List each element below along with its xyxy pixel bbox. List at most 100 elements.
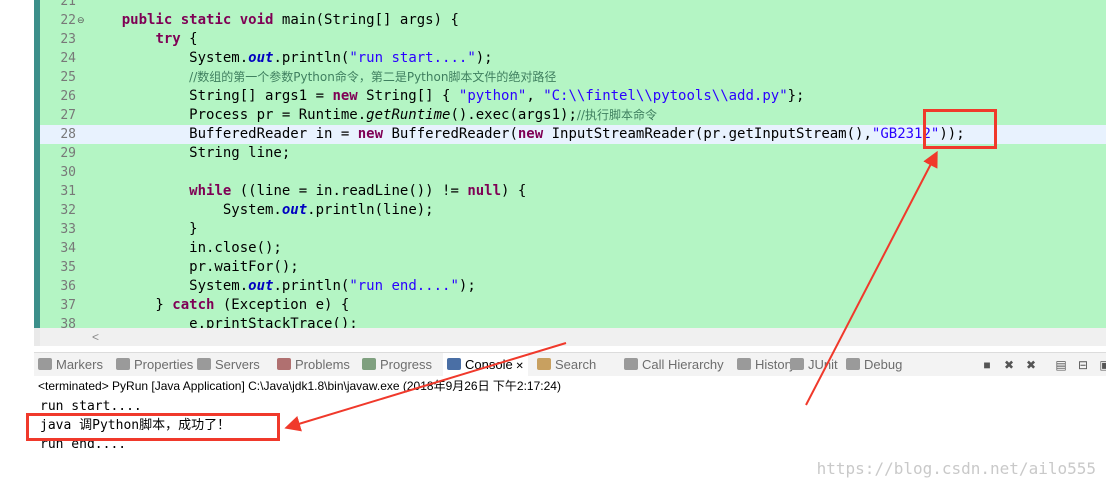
close-tab-icon[interactable]: ✕: [513, 361, 523, 372]
servers-icon: [197, 358, 211, 370]
code-token: in.close();: [88, 240, 282, 256]
code-line: 36 System.out.println("run end....");: [40, 277, 1106, 296]
fold-icon[interactable]: ⊖: [77, 11, 85, 30]
code-line: 31 while ((line = in.readLine()) != null…: [40, 182, 1106, 201]
code-token: BufferedReader(: [383, 126, 518, 142]
code-token: };: [787, 88, 805, 104]
tab-servers[interactable]: Servers: [197, 353, 260, 377]
line-number: 31: [60, 184, 76, 199]
tab-label: Servers: [215, 357, 260, 372]
code-text: System.out.println(line);: [88, 201, 434, 220]
tab-problems[interactable]: Problems: [277, 353, 350, 377]
tab-console[interactable]: Console ✕: [443, 353, 528, 377]
tab-search[interactable]: Search: [537, 353, 596, 377]
code-token: pr.waitFor();: [88, 259, 299, 275]
debug-icon: [846, 358, 860, 370]
code-line: 21: [40, 0, 1106, 11]
code-token: "run end....": [349, 278, 459, 294]
terminate-icon[interactable]: ■: [980, 358, 994, 372]
search-icon: [537, 358, 551, 370]
code-token: while: [189, 183, 232, 199]
code-token: ,: [526, 88, 544, 104]
code-token: (Exception e) {: [214, 297, 350, 313]
junit-icon: [790, 358, 804, 370]
code-token: BufferedReader in =: [88, 126, 358, 142]
line-number: 35: [60, 260, 76, 275]
tab-history[interactable]: History: [737, 353, 795, 377]
line-number: 36: [60, 279, 76, 294]
code-token: "run start....": [349, 50, 476, 66]
code-line: 37 } catch (Exception e) {: [40, 296, 1106, 315]
code-token: ) {: [501, 183, 527, 199]
tab-properties[interactable]: Properties: [116, 353, 193, 377]
code-token: try: [155, 31, 181, 47]
line-number: 21: [60, 0, 76, 9]
code-text: public static void main(String[] args) {: [88, 11, 459, 30]
code-token: "python": [458, 88, 527, 104]
code-token: "C:\\fintel\\pytools\\add.py": [543, 88, 788, 104]
line-number: 37: [60, 298, 76, 313]
tab-label: Debug: [864, 357, 903, 372]
display-console-icon[interactable]: ▣: [1098, 358, 1106, 372]
code-line: 35 pr.waitFor();: [40, 258, 1106, 277]
line-number: 26: [60, 89, 76, 104]
tab-label: JUnit: [808, 357, 838, 372]
tab-label: Markers: [56, 357, 103, 372]
code-token: public: [121, 12, 173, 28]
history-icon: [737, 358, 751, 370]
line-number: 27: [60, 108, 76, 123]
code-token: out: [248, 278, 274, 294]
tab-call-hierarchy[interactable]: Call Hierarchy: [624, 353, 724, 377]
editor-left-margin: [0, 0, 34, 346]
tab-label: Search: [555, 357, 597, 372]
highlight-box-output: [26, 413, 280, 441]
code-line: 25 //数组的第一个参数Python命令，第二是Python脚本文件的绝对路径: [40, 68, 1106, 87]
progress-icon: [362, 358, 376, 370]
line-number: 33: [60, 222, 76, 237]
code-token: String[] {: [357, 88, 459, 104]
console-status: <terminated> PyRun [Java Application] C:…: [34, 376, 1106, 396]
horizontal-scrollbar[interactable]: <: [40, 328, 1106, 346]
tab-label: Call Hierarchy: [642, 357, 724, 372]
tab-debug[interactable]: Debug: [846, 353, 902, 377]
code-token: .println(: [273, 50, 350, 66]
line-number: 24: [60, 51, 76, 66]
code-text: System.out.println("run start....");: [88, 49, 492, 68]
tab-junit[interactable]: JUnit: [790, 353, 838, 377]
code-token: static: [180, 12, 232, 28]
scroll-left-icon[interactable]: <: [92, 328, 99, 346]
line-number: 28: [60, 127, 76, 142]
scroll-lock-icon[interactable]: ▤: [1054, 358, 1068, 372]
tab-label: Properties: [134, 357, 194, 372]
code-line: 22 ⊖ public static void main(String[] arg…: [40, 11, 1106, 30]
code-token: Process pr = Runtime.: [88, 107, 367, 123]
code-text: //数组的第一个参数Python命令，第二是Python脚本文件的绝对路径: [88, 68, 556, 87]
console-icon: [447, 358, 461, 370]
code-text: System.out.println("run end....");: [88, 277, 476, 296]
pin-console-icon[interactable]: ⊟: [1076, 358, 1090, 372]
code-token: System.: [88, 278, 249, 294]
tab-markers[interactable]: Markers: [38, 353, 103, 377]
properties-icon: [116, 358, 130, 370]
code-line: 26 String[] args1 = new String[] { "pyth…: [40, 87, 1106, 106]
code-token: getRuntime: [366, 107, 451, 123]
code-token: {: [180, 31, 198, 47]
code-token: //数组的第一个参数Python命令，第二是Python脚本文件的绝对路径: [189, 70, 557, 84]
code-token: void: [239, 12, 274, 28]
code-text: BufferedReader in = new BufferedReader(n…: [88, 125, 965, 144]
code-token: new: [332, 88, 358, 104]
code-line: 23 try {: [40, 30, 1106, 49]
remove-all-icon[interactable]: ✖: [1024, 358, 1038, 372]
remove-launch-icon[interactable]: ✖: [1002, 358, 1016, 372]
code-area[interactable]: 21 22 ⊖ public static void main(String[] a…: [40, 0, 1106, 328]
code-token: null: [467, 183, 502, 199]
code-line: 24 System.out.println("run start....");: [40, 49, 1106, 68]
line-number: 32: [60, 203, 76, 218]
line-number: 38: [60, 317, 76, 328]
tab-progress[interactable]: Progress: [362, 353, 432, 377]
